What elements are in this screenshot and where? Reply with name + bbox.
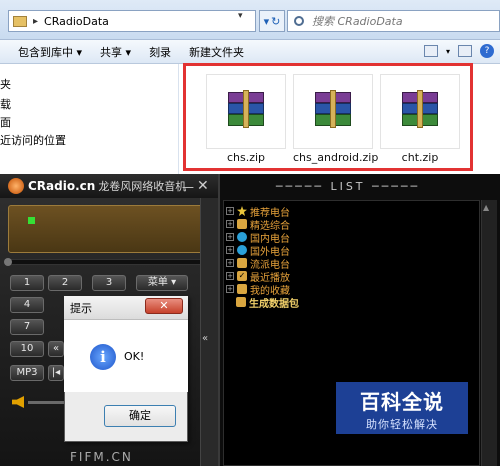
view-dropdown-icon[interactable]: ▾ <box>446 47 450 56</box>
list-header: ───── LIST ───── <box>275 180 421 193</box>
watermark-tagline: 助你轻松解决 <box>366 418 438 431</box>
globe-icon <box>237 245 247 255</box>
expand-icon[interactable]: + <box>226 220 234 228</box>
seek-knob[interactable] <box>4 258 12 266</box>
file-name: cht.zip <box>401 151 439 164</box>
scroll-up-icon[interactable]: ▲ <box>483 203 489 212</box>
dialog-close-button[interactable]: ✕ <box>145 298 183 314</box>
expand-icon[interactable]: + <box>226 285 234 293</box>
expand-icon[interactable]: + <box>226 207 234 215</box>
list-title: LIST <box>330 180 366 193</box>
include-in-library-button[interactable]: 包含到库中 ▾ <box>18 44 82 60</box>
tree-item-favorites[interactable]: + 我的收藏 <box>226 283 290 297</box>
prev-button[interactable]: « <box>48 341 64 357</box>
file-list-highlight: chs.zip chs_android.zip cht.zip <box>183 63 473 171</box>
cradio-logo-icon <box>8 178 24 194</box>
pane-divider[interactable] <box>178 64 179 174</box>
new-folder-button[interactable]: 新建文件夹 <box>189 44 244 60</box>
mp3-button[interactable]: MP3 <box>10 365 44 381</box>
tree-item-recommended[interactable]: + 推荐电台 <box>226 205 290 219</box>
share-label: 共享 ▾ <box>100 45 132 59</box>
file-item-chs-android-zip[interactable]: chs_android.zip <box>293 74 379 164</box>
address-field[interactable]: ▸ CRadioData <box>8 10 256 32</box>
key-3[interactable]: 3 <box>92 275 126 291</box>
navigation-pane: 夹 载 面 近访问的位置 <box>0 64 178 174</box>
package-icon <box>236 297 246 307</box>
tree-item-recent[interactable]: + ✓ 最近播放 <box>226 270 290 284</box>
search-placeholder: 搜索 CRadioData <box>312 15 403 28</box>
sidebar-item-downloads[interactable]: 载 <box>0 96 11 112</box>
view-options-icon[interactable] <box>423 45 438 57</box>
scrollbar[interactable] <box>481 200 497 466</box>
tree-item-domestic[interactable]: + 国内电台 <box>226 231 290 245</box>
dialog-message: OK! <box>124 350 145 363</box>
address-dropdown-icon[interactable]: ▾ <box>238 11 243 21</box>
dialog-title: 提示 <box>70 301 92 315</box>
expand-icon[interactable]: + <box>226 259 234 267</box>
refresh-icon: ↻ <box>271 14 281 28</box>
seek-bar[interactable] <box>8 259 210 265</box>
status-led <box>28 217 35 224</box>
expand-icon[interactable]: + <box>226 246 234 254</box>
burn-label: 刻录 <box>149 45 172 59</box>
sidebar-item-desktop[interactable]: 面 <box>0 114 11 130</box>
dropdown-arrow-icon: ▾ <box>263 14 270 28</box>
key-10[interactable]: 10 <box>10 341 44 357</box>
file-name: chs.zip <box>226 151 266 164</box>
refresh-button[interactable]: ▾ ↻ <box>259 10 285 32</box>
breadcrumb-path[interactable]: CRadioData <box>44 15 109 28</box>
station-display <box>8 205 208 253</box>
key-7[interactable]: 7 <box>10 319 44 335</box>
key-1[interactable]: 1 <box>10 275 44 291</box>
breadcrumb-chevron-icon: ▸ <box>33 15 39 27</box>
file-item-cht-zip[interactable]: cht.zip <box>380 74 460 164</box>
fifm-footer: FIFM.CN <box>70 450 133 464</box>
share-button[interactable]: 共享 ▾ <box>100 44 131 60</box>
include-in-library-label: 包含到库中 ▾ <box>18 45 83 59</box>
command-toolbar: 包含到库中 ▾ 共享 ▾ 刻录 新建文件夹 ▾ ? <box>0 40 500 64</box>
menu-button[interactable]: 菜单 ▾ <box>136 275 188 291</box>
winrar-archive-icon <box>315 90 351 128</box>
search-input[interactable]: 搜索 CRadioData <box>287 10 500 32</box>
star-icon <box>237 206 247 216</box>
panel-splitter[interactable] <box>200 198 218 466</box>
help-icon[interactable]: ? <box>480 44 494 58</box>
check-icon: ✓ <box>237 271 247 281</box>
close-button[interactable]: ✕ <box>197 178 209 194</box>
preview-pane-icon[interactable] <box>458 45 472 57</box>
sidebar-item-favorites[interactable]: 夹 <box>0 76 11 92</box>
tree-label: 生成数据包 <box>249 298 299 310</box>
folder-icon <box>237 284 247 294</box>
tree-item-foreign[interactable]: + 国外电台 <box>226 244 290 258</box>
expand-icon[interactable]: + <box>226 272 234 280</box>
file-item-chs-zip[interactable]: chs.zip <box>206 74 286 164</box>
key-2[interactable]: 2 <box>48 275 82 291</box>
info-icon: i <box>90 344 116 370</box>
new-folder-label: 新建文件夹 <box>189 45 245 59</box>
key-4[interactable]: 4 <box>10 297 44 313</box>
cradio-app-name: CRadio.cn <box>28 179 96 193</box>
winrar-archive-icon <box>228 90 264 128</box>
minimize-button[interactable]: — <box>182 180 194 194</box>
tree-item-genre[interactable]: + 流派电台 <box>226 257 290 271</box>
burn-button[interactable]: 刻录 <box>149 44 171 60</box>
collapse-arrows-icon[interactable]: « <box>202 333 208 344</box>
ok-button[interactable]: 确定 <box>104 405 176 427</box>
globe-icon <box>237 232 247 242</box>
tree-item-featured[interactable]: + 精选综合 <box>226 218 290 232</box>
folder-icon <box>13 15 27 27</box>
search-icon <box>294 16 304 26</box>
watermark-brand: 百科全说 <box>360 390 444 414</box>
sidebar-item-recent-places[interactable]: 近访问的位置 <box>0 132 66 148</box>
tree-item-generate-package[interactable]: 生成数据包 <box>236 296 299 310</box>
expand-icon[interactable]: + <box>226 233 234 241</box>
folder-icon <box>237 219 247 229</box>
folder-icon <box>237 258 247 268</box>
cradio-app-subtitle: 龙卷风网络收音机 <box>98 180 187 193</box>
file-name: chs_android.zip <box>293 151 379 164</box>
winrar-archive-icon <box>402 90 438 128</box>
skip-button[interactable]: |◂ <box>48 365 64 381</box>
